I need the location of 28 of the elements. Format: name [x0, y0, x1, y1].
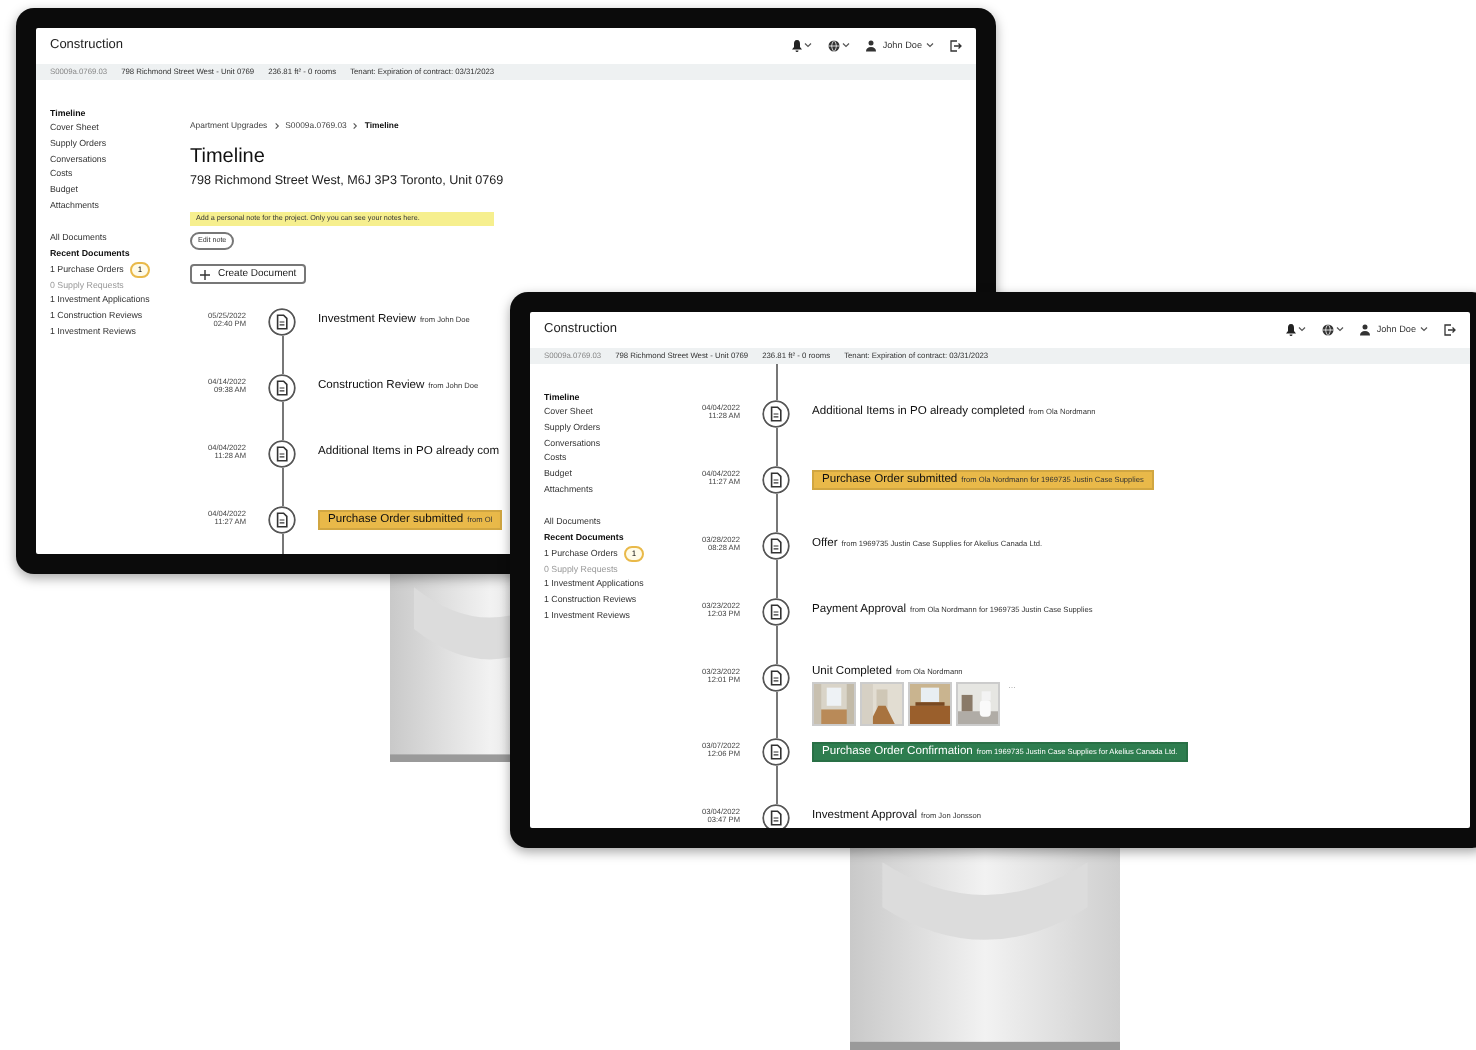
- document-icon: [762, 738, 790, 766]
- logout-icon[interactable]: [950, 39, 962, 52]
- bell-icon[interactable]: [1286, 323, 1297, 336]
- page-title: Timeline: [190, 148, 267, 169]
- document-icon: [762, 532, 790, 560]
- document-icon: [762, 400, 790, 428]
- user-icon[interactable]: [1360, 323, 1371, 336]
- chevron-icon: [273, 122, 280, 131]
- document-icon: [268, 374, 296, 402]
- logout-icon[interactable]: [1444, 323, 1456, 336]
- globe-icon[interactable]: [828, 39, 841, 52]
- plus-icon: [200, 269, 210, 279]
- user-icon[interactable]: [866, 39, 877, 52]
- document-icon: [268, 440, 296, 468]
- document-icon: [268, 506, 296, 534]
- caret-icon[interactable]: [1336, 326, 1345, 333]
- document-icon: [268, 308, 296, 336]
- document-icon: [762, 466, 790, 494]
- caret-icon[interactable]: [1420, 326, 1428, 333]
- bell-icon[interactable]: [792, 39, 803, 52]
- caret-icon[interactable]: [804, 42, 813, 49]
- caret-icon[interactable]: [842, 42, 851, 49]
- document-icon: [762, 598, 790, 626]
- caret-icon[interactable]: [1298, 326, 1307, 333]
- globe-icon[interactable]: [1322, 323, 1335, 336]
- document-icon: [762, 664, 790, 692]
- chevron-icon: [352, 122, 359, 131]
- caret-icon[interactable]: [926, 42, 934, 49]
